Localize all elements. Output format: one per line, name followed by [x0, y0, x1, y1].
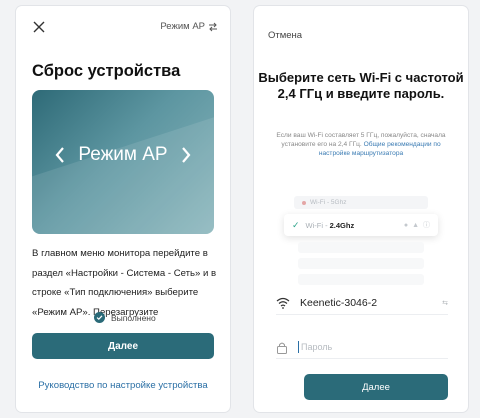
done-label: Выполнено — [111, 312, 156, 323]
card-label: Режим AP — [78, 144, 168, 165]
network-prefix: Wi-Fi - — [305, 220, 328, 230]
network-item-5g: Wi-Fi - 5Ghz — [294, 196, 428, 209]
network-item-24g: ✓ Wi-Fi - 2.4Ghz ● ▲ ⓘ — [284, 214, 438, 236]
page-title: Сброс устройства — [32, 62, 181, 80]
reset-device-screen: Режим AP Сброс устройства Режим AP В гла… — [16, 6, 230, 412]
network-list-illustration: Wi-Fi - 5Ghz ✓ Wi-Fi - 2.4Ghz ● ▲ ⓘ — [284, 196, 438, 290]
network-icons: ● ▲ ⓘ — [404, 220, 430, 230]
list-placeholder — [298, 258, 424, 269]
page-title: Выберите сеть Wi-Fi с частотой 2,4 ГГц и… — [258, 70, 464, 101]
chevron-right-icon — [181, 147, 191, 163]
hint-text: Если ваш Wi-Fi составляет 5 ГГц, пожалуй… — [276, 131, 446, 158]
setup-guide-link[interactable]: Руководство по настройке устройства — [16, 380, 230, 391]
ap-mode-label: Режим AP — [160, 21, 205, 32]
chevron-left-icon — [55, 147, 65, 163]
swap-network-icon[interactable]: ⇆ — [442, 299, 448, 307]
network-name: Wi-Fi - 5Ghz — [310, 199, 347, 206]
ap-mode-indicator[interactable]: Режим AP — [160, 21, 218, 32]
wifi-icon: ▲ — [412, 221, 419, 229]
info-icon: ⓘ — [423, 222, 430, 229]
next-button[interactable]: Далее — [32, 333, 214, 359]
lock-icon: ● — [403, 221, 409, 229]
ssid-field[interactable]: Keenetic-3046-2 ⇆ — [276, 292, 448, 315]
swap-icon — [209, 22, 217, 31]
network-band: 2.4Ghz — [329, 220, 355, 230]
next-button[interactable]: Далее — [304, 374, 448, 400]
ap-mode-illustration: Режим AP — [32, 90, 214, 234]
check-icon — [94, 312, 105, 323]
password-input[interactable] — [298, 341, 423, 353]
status-dot — [302, 200, 306, 205]
done-checkbox[interactable]: Выполнено — [94, 312, 156, 323]
wifi-select-screen: Отмена Выберите сеть Wi-Fi с частотой 2,… — [254, 6, 468, 412]
cancel-button[interactable]: Отмена — [268, 30, 302, 41]
instruction-text: В главном меню монитора перейдите в разд… — [32, 248, 217, 318]
close-icon[interactable] — [32, 20, 46, 34]
password-field[interactable] — [276, 336, 448, 359]
lock-icon — [277, 342, 287, 354]
ssid-value: Keenetic-3046-2 — [300, 297, 378, 309]
check-icon: ✓ — [292, 219, 300, 230]
wifi-icon — [276, 297, 290, 309]
list-placeholder — [298, 274, 424, 285]
list-placeholder — [298, 242, 424, 253]
